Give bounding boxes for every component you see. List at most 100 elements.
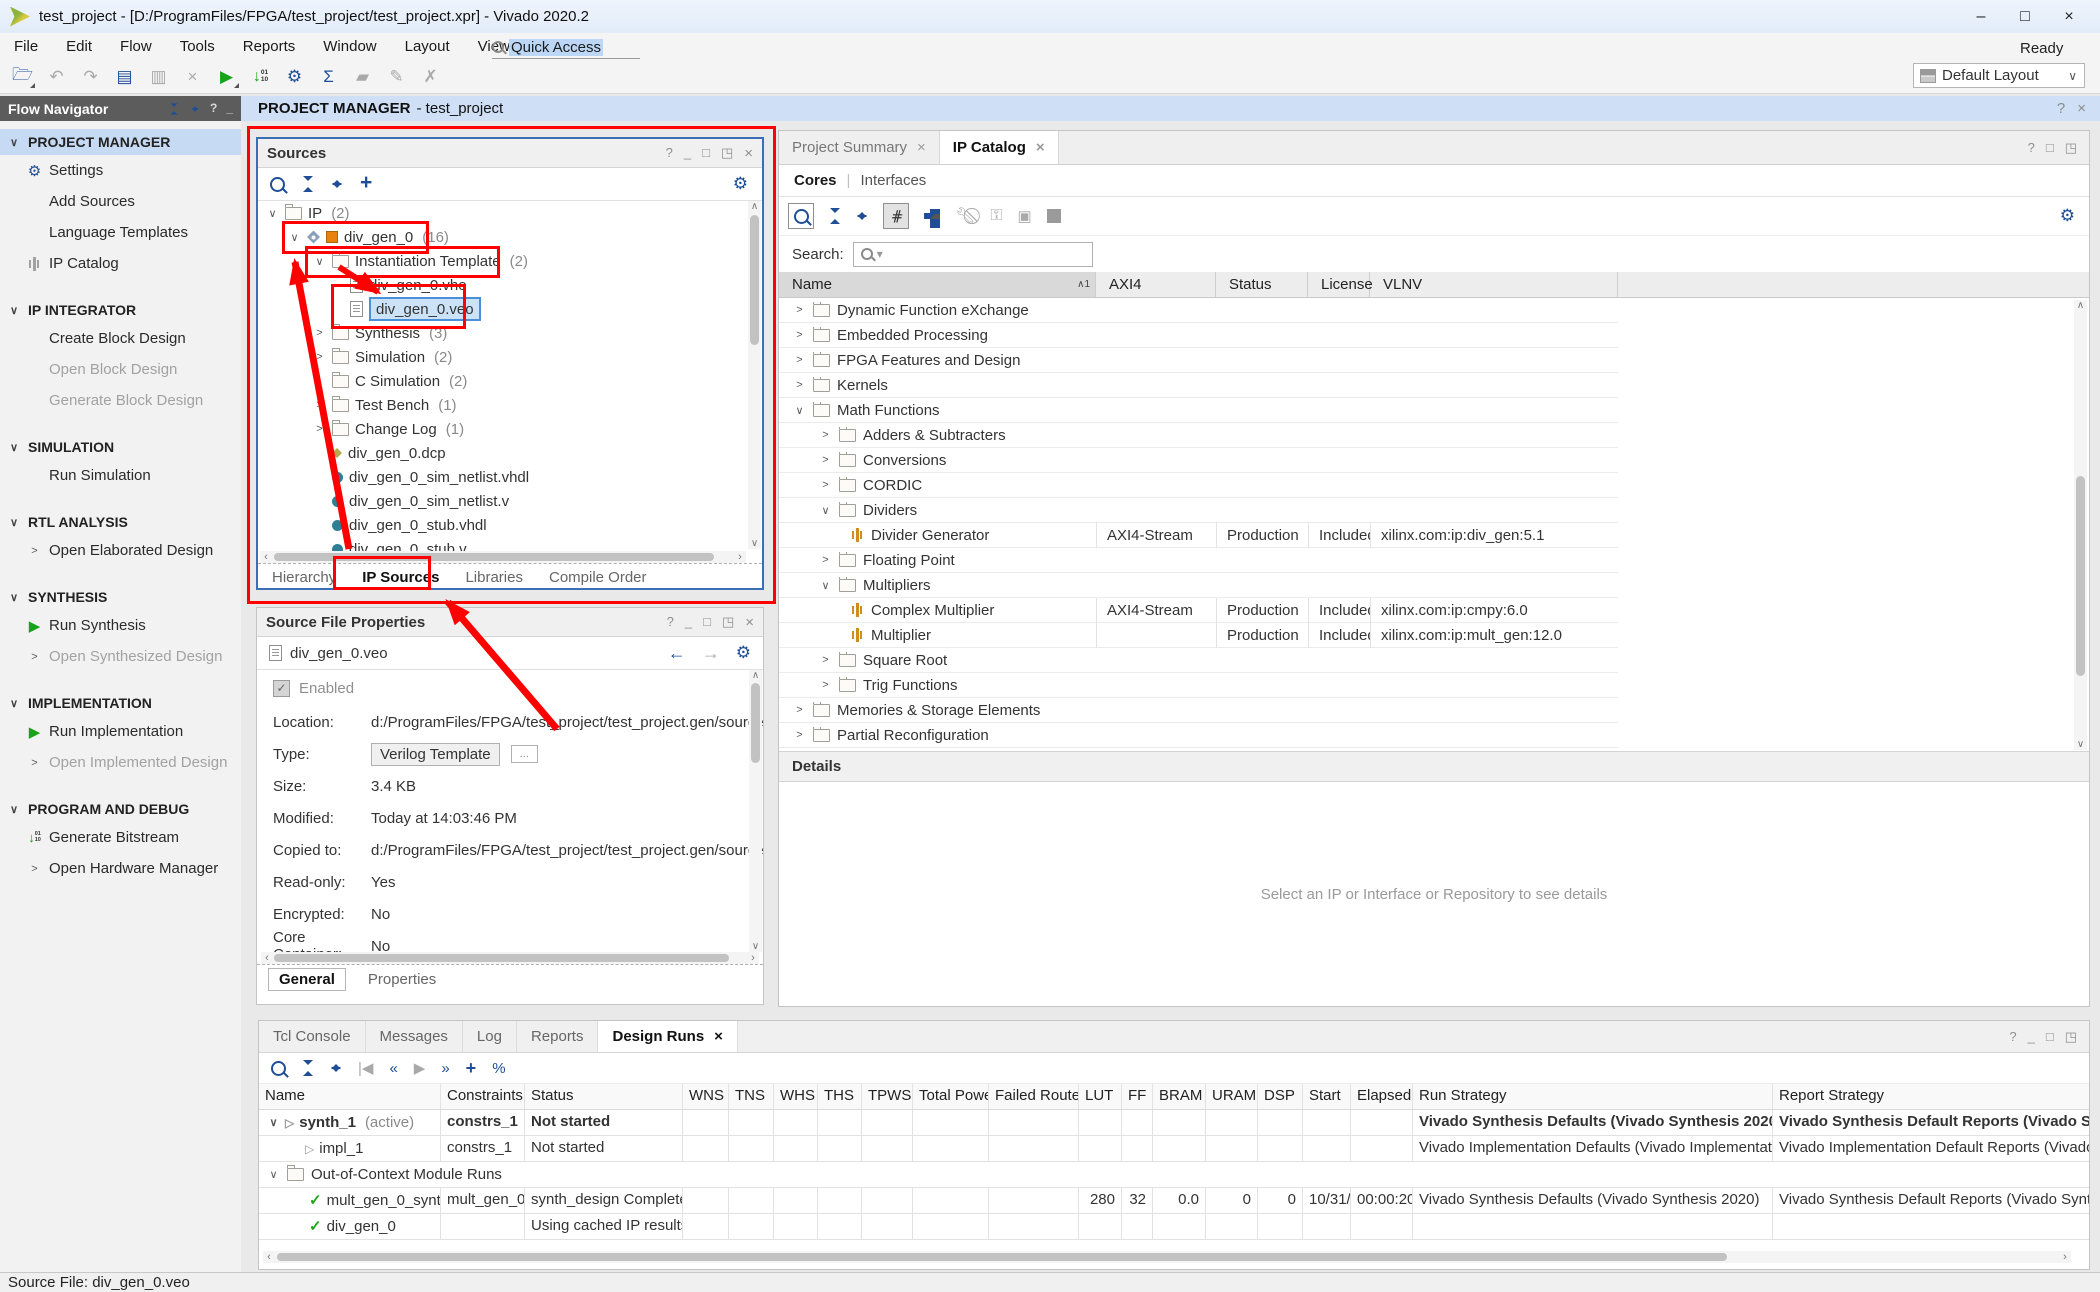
expander-open-icon[interactable]: ∨ [793,404,806,417]
stop-icon[interactable]: ▰ [352,66,373,88]
maximize-panel-icon[interactable] [702,145,710,162]
fn-item-generate-bitstream[interactable]: ↓0110Generate Bitstream [0,822,241,853]
expander-open-icon[interactable]: ∨ [267,1111,280,1135]
search-icon[interactable] [271,1061,286,1076]
catalog-row[interactable]: >Conversions [779,448,1618,473]
column-status[interactable]: Status [1216,272,1308,297]
expander-open-icon[interactable]: ∨ [266,207,279,220]
collapse-all-icon[interactable] [302,176,314,192]
vertical-scrollbar[interactable]: ∧∨ [2074,300,2087,750]
expander-closed-icon[interactable]: > [313,327,326,339]
maximize-panel-icon[interactable] [703,614,711,631]
minimize-panel-icon[interactable] [685,614,692,631]
delete-icon[interactable]: × [182,66,203,88]
expander-open-icon[interactable]: ∨ [313,255,326,268]
tree-item[interactable]: ∨IP(2) [258,201,762,225]
menu-reports[interactable]: Reports [229,38,310,55]
forward-arrow-icon[interactable]: → [702,643,720,664]
menu-file[interactable]: File [0,38,52,55]
catalog-row[interactable]: >Floating Point [779,548,1618,573]
horizontal-scrollbar[interactable]: ‹› [260,551,746,563]
tree-item[interactable]: >Simulation(2) [258,345,762,369]
tab-general[interactable]: General [268,968,346,991]
tab-properties[interactable]: Properties [368,971,436,988]
catalog-row-multipliers[interactable]: ∨Multipliers [779,573,1618,598]
close-window-icon[interactable]: × [2054,8,2084,26]
expander-closed-icon[interactable]: > [819,479,832,491]
fn-section-ip-integrator[interactable]: ∨IP INTEGRATOR [0,297,241,323]
sigma-report-icon[interactable]: Σ [318,66,339,88]
catalog-row[interactable]: >Kernels [779,373,1618,398]
expander-closed-icon[interactable]: > [313,399,326,411]
catalog-row[interactable]: >Partial Reconfiguration [779,723,1618,748]
tab-log[interactable]: Log [463,1021,517,1052]
fn-item-open-elaborated-design[interactable]: >Open Elaborated Design [0,535,241,566]
quick-access-search[interactable]: Quick Access [492,36,640,59]
float-panel-icon[interactable] [721,145,733,162]
expander-closed-icon[interactable]: > [819,429,832,441]
tree-item[interactable]: div_gen_0_sim_netlist.vhdl [258,465,762,489]
tree-item-veo-selected[interactable]: div_gen_0.veo [258,297,762,321]
tree-item[interactable]: div_gen_0_sim_netlist.v [258,489,762,513]
menu-edit[interactable]: Edit [52,38,106,55]
step-back-icon[interactable]: « [389,1060,397,1077]
help-icon[interactable] [667,614,674,631]
expander-open-icon[interactable]: ∨ [288,231,301,244]
expander-closed-icon[interactable]: > [819,454,832,466]
fn-item-open-hardware-manager[interactable]: >Open Hardware Manager [0,853,241,884]
expand-all-icon[interactable] [330,1060,342,1076]
subtab-cores[interactable]: Cores [794,172,837,189]
edit-icon[interactable]: ✎ [386,66,407,88]
type-dropdown[interactable]: Verilog Template [371,743,500,766]
vertical-scrollbar[interactable]: ∧∨ [749,670,762,952]
menu-flow[interactable]: Flow [106,38,166,55]
open-project-icon[interactable]: 🗁 [12,66,33,88]
fn-item-run-simulation[interactable]: Run Simulation [0,460,241,491]
fn-item-language-templates[interactable]: Language Templates [0,217,241,248]
fn-section-program-and-debug[interactable]: ∨PROGRAM AND DEBUG [0,796,241,822]
expand-all-icon[interactable] [191,103,199,114]
tab-hierarchy[interactable]: Hierarchy [272,569,336,586]
cancel-icon[interactable]: ✗ [420,66,441,88]
tree-item-instantiation-template[interactable]: ∨Instantiation Template(2) [258,249,762,273]
expander-closed-icon[interactable]: > [819,679,832,691]
column-license[interactable]: License [1308,272,1370,297]
minimize-panel-icon[interactable] [2028,1029,2035,1044]
search-icon[interactable] [788,203,814,229]
close-tab-icon[interactable] [714,1028,723,1045]
tree-item[interactable]: div_gen_0_stub.vhdl [258,513,762,537]
create-run-icon[interactable]: + [466,1058,477,1079]
expand-all-icon[interactable] [856,208,868,224]
fn-item-settings[interactable]: Settings [0,155,241,186]
close-panel-icon[interactable] [745,614,754,631]
generate-bitstream-icon[interactable]: ↓0110 [250,66,271,88]
fn-section-implementation[interactable]: ∨IMPLEMENTATION [0,690,241,716]
catalog-row-math-functions[interactable]: ∨Math Functions [779,398,1618,423]
run-icon[interactable]: ▶ [216,66,237,88]
expander-closed-icon[interactable]: > [819,654,832,666]
expander-open-icon[interactable]: ∨ [267,1168,280,1181]
close-panel-icon[interactable] [744,145,753,162]
enabled-checkbox[interactable]: ✓ [273,680,290,697]
tree-item[interactable]: >Test Bench(1) [258,393,762,417]
collapse-all-icon[interactable] [302,1060,314,1076]
catalog-row[interactable]: >CORDIC [779,473,1618,498]
maximize-panel-icon[interactable] [2046,140,2054,155]
help-icon[interactable]: ? [2057,100,2065,117]
layout-selector[interactable]: Default Layout ∨ [1913,63,2085,88]
document-icon[interactable]: ▤ [114,66,135,88]
ip-chip-icon[interactable]: ▣ [1018,207,1032,225]
column-axi4[interactable]: AXI4 [1096,272,1216,297]
catalog-row-complex-multiplier[interactable]: Complex MultiplierAXI4-StreamProductionI… [779,598,1618,623]
catalog-row[interactable]: >Adders & Subtracters [779,423,1618,448]
tree-item[interactable]: C Simulation(2) [258,369,762,393]
expander-closed-icon[interactable]: > [793,329,806,341]
menu-tools[interactable]: Tools [166,38,229,55]
play-icon[interactable]: ▶ [414,1059,426,1077]
copy-icon[interactable]: ▥ [148,66,169,88]
tab-tcl-console[interactable]: Tcl Console [259,1021,366,1052]
catalog-row[interactable]: >FPGA Features and Design [779,348,1618,373]
wrench-icon[interactable]: 🔧︎⃠ [955,206,975,226]
back-arrow-icon[interactable]: ← [668,643,686,664]
tab-reports[interactable]: Reports [517,1021,599,1052]
